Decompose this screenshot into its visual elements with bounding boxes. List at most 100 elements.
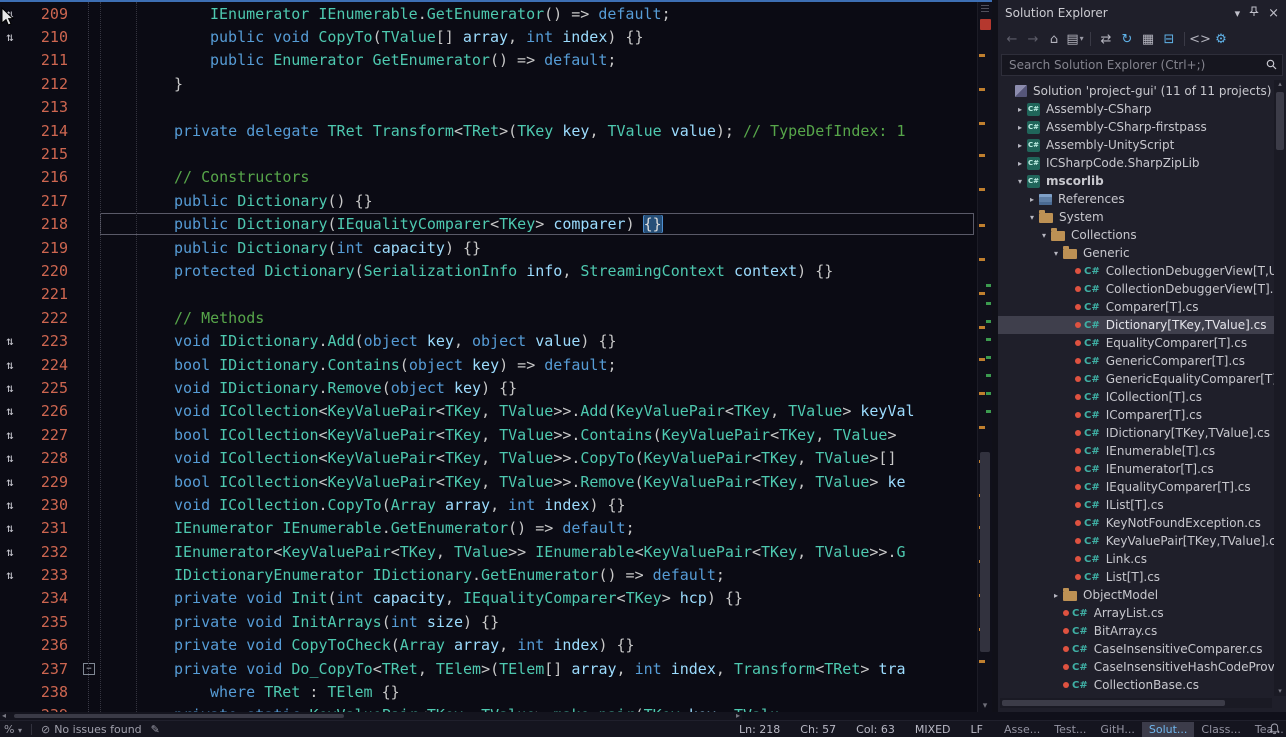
editor-horizontal-scrollbar[interactable]: ◂ ▸ [0,712,742,720]
expander-icon[interactable]: ▸ [1014,159,1026,168]
code-line-218[interactable]: 218 public Dictionary(IEqualityComparer<T… [0,213,977,236]
inheritance-margin-icon[interactable]: ⇅ [0,335,20,347]
tree-item[interactable]: C#EqualityComparer[T].cs [998,334,1286,352]
tree-item[interactable]: C#CollectionDebuggerView[T,U].cs [998,262,1286,280]
code-text[interactable]: IEnumerator IEnumerable.GetEnumerator() … [102,5,977,23]
column-indicator[interactable]: Col: 63 [856,723,895,736]
line-number[interactable]: 216 [20,168,76,186]
inheritance-margin-icon[interactable]: ⇅ [0,546,20,558]
inheritance-margin-icon[interactable]: ⇅ [0,359,20,371]
line-number[interactable]: 226 [20,402,76,420]
line-number[interactable]: 209 [20,5,76,23]
inheritance-margin-icon[interactable]: ⇅ [0,499,20,511]
line-number[interactable]: 217 [20,192,76,210]
code-line-209[interactable]: ⇅209IEnumerator IEnumerable.GetEnumerato… [0,2,977,25]
code-text[interactable]: private void Init(int capacity, IEqualit… [102,589,977,607]
code-text[interactable]: IEnumerator IEnumerable.GetEnumerator() … [102,519,977,537]
file-health-indicator[interactable] [980,19,991,30]
notifications-bell-icon[interactable] [1269,723,1282,735]
line-number[interactable]: 231 [20,519,76,537]
tree-item[interactable]: C#IDictionary[TKey,TValue].cs [998,424,1286,442]
code-text[interactable]: where TRet : TElem {} [102,683,977,701]
line-number[interactable]: 213 [20,98,76,116]
code-line-216[interactable]: 216 // Constructors [0,166,977,189]
tool-window-tab[interactable]: Test... [1047,722,1093,737]
code-line-213[interactable]: 213 [0,96,977,119]
sync-with-active-document-button[interactable]: ⇄ [1096,29,1116,49]
code-line-231[interactable]: ⇅231IEnumerator IEnumerable.GetEnumerato… [0,517,977,540]
code-text[interactable]: private void Do_CopyTo<TRet, TElem>(TEle… [102,660,977,678]
tree-item[interactable]: C#IEnumerator[T].cs [998,460,1286,478]
tree-item[interactable]: C#BitArray.cs [998,622,1286,640]
code-text[interactable]: } [102,75,977,93]
line-number[interactable]: 230 [20,496,76,514]
code-line-222[interactable]: 222 // Methods [0,306,977,329]
scrollbar-thumb[interactable] [1002,700,1225,706]
line-number[interactable]: 223 [20,332,76,350]
tree-item[interactable]: ▾Collections [998,226,1286,244]
line-number[interactable]: 218 [20,215,76,233]
line-number[interactable]: 236 [20,636,76,654]
window-position-icon[interactable]: ▾ [1235,7,1241,20]
tree-item[interactable]: C#Dictionary[TKey,TValue].cs [998,316,1286,334]
inheritance-margin-icon[interactable]: ⇅ [0,31,20,43]
code-text[interactable]: void ICollection<KeyValuePair<TKey, TVal… [102,402,977,420]
refresh-button[interactable]: ↻ [1117,29,1137,49]
code-line-237[interactable]: 237−private void Do_CopyTo<TRet, TElem>(… [0,657,977,680]
line-number[interactable]: 222 [20,309,76,327]
search-input[interactable] [1001,54,1283,76]
split-editor-handle[interactable] [981,5,989,13]
scroll-down-arrow-icon[interactable]: ▾ [978,701,992,711]
line-number[interactable]: 215 [20,145,76,163]
zoom-control[interactable]: % ▾ [4,723,22,736]
scroll-left-arrow-icon[interactable]: ◂ [2,712,6,720]
line-number[interactable]: 221 [20,285,76,303]
tree-item[interactable]: C#KeyValuePair[TKey,TValue].cs [998,532,1286,550]
indentation-indicator[interactable]: MIXED [915,723,951,736]
fold-collapse-button[interactable]: − [76,663,102,675]
code-text[interactable]: public Dictionary(IEqualityComparer<TKey… [102,215,977,233]
code-text[interactable]: // Constructors [102,168,977,186]
code-line-236[interactable]: 236 private void CopyToCheck(Array array,… [0,634,977,657]
code-text[interactable]: public Enumerator GetEnumerator() => def… [102,51,977,69]
pin-icon[interactable] [1249,6,1259,20]
line-number[interactable]: 225 [20,379,76,397]
tree-item[interactable]: C#IEnumerable[T].cs [998,442,1286,460]
scroll-up-arrow-icon[interactable]: ▴ [1274,80,1286,89]
code-text[interactable]: // Methods [102,309,977,327]
code-text[interactable]: private void CopyToCheck(Array array, in… [102,636,977,654]
view-code-button[interactable]: <> [1190,29,1210,49]
tree-item[interactable]: C#Link.cs [998,550,1286,568]
code-line-220[interactable]: 220protected Dictionary(SerializationInf… [0,259,977,282]
tree-item[interactable]: C#GenericComparer[T].cs [998,352,1286,370]
home-button[interactable]: ⌂ [1044,29,1064,49]
code-text[interactable]: public Dictionary() {} [102,192,977,210]
code-text[interactable]: IDictionaryEnumerator IDictionary.GetEnu… [102,566,977,584]
tree-item[interactable]: C#IEqualityComparer[T].cs [998,478,1286,496]
code-text[interactable]: bool ICollection<KeyValuePair<TKey, TVal… [102,473,977,491]
inheritance-margin-icon[interactable]: ⇅ [0,569,20,581]
tool-window-tab[interactable]: Class... [1194,722,1247,737]
code-text[interactable]: private void InitArrays(int size) {} [102,613,977,631]
sidebar-vertical-scrollbar[interactable]: ▴ ▾ [1274,80,1286,696]
inheritance-margin-icon[interactable]: ⇅ [0,429,20,441]
line-number[interactable]: 232 [20,543,76,561]
line-ending-indicator[interactable]: LF [971,723,983,736]
inheritance-margin-icon[interactable]: ⇅ [0,452,20,464]
line-number[interactable]: 229 [20,473,76,491]
tree-item[interactable]: C#GenericEqualityComparer[T].cs [998,370,1286,388]
tree-item[interactable]: ▾System [998,208,1286,226]
inheritance-margin-icon[interactable]: ⇅ [0,476,20,488]
line-number[interactable]: 235 [20,613,76,631]
sidebar-horizontal-scrollbar[interactable] [1000,698,1272,708]
scrollbar-thumb[interactable] [980,452,990,652]
code-line-210[interactable]: ⇅210public void CopyTo(TValue[] array, i… [0,25,977,48]
inheritance-margin-icon[interactable]: ⇅ [0,405,20,417]
line-number[interactable]: 224 [20,356,76,374]
scrollbar-thumb[interactable] [1276,92,1284,150]
tree-item[interactable]: C#ICollection[T].cs [998,388,1286,406]
tree-item[interactable]: ▸ObjectModel [998,586,1286,604]
tree-item[interactable]: ▸C#Assembly-UnityScript [998,136,1286,154]
code-text[interactable]: bool ICollection<KeyValuePair<TKey, TVal… [102,426,977,444]
code-line-227[interactable]: ⇅227bool ICollection<KeyValuePair<TKey, … [0,423,977,446]
